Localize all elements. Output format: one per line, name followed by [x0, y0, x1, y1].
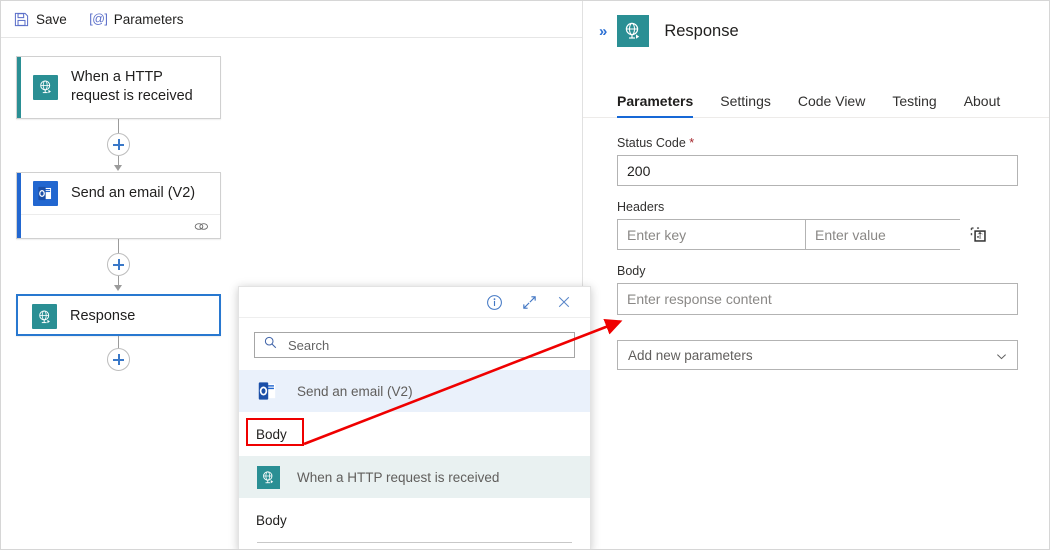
flyout-token-send-an-email-body[interactable]: Body [239, 412, 590, 456]
node-accent-bar [17, 173, 21, 238]
insert-action-button-2[interactable] [107, 253, 130, 276]
flyout-group-when-a-http-request-is-received[interactable]: When a HTTP request is received [239, 456, 590, 498]
parameters-at-icon: [@] [89, 12, 108, 26]
flyout-group-label: Send an email (V2) [297, 383, 413, 399]
insert-action-button-1[interactable] [107, 133, 130, 156]
save-label: Save [36, 11, 67, 27]
close-icon[interactable] [556, 294, 572, 310]
properties-pane: » Response Parameters Settings Code View… [582, 1, 1049, 549]
flyout-token-http-request-body[interactable]: Body [239, 498, 590, 542]
outlook-icon [33, 181, 58, 206]
workflow-node-when-a-http-request-is-received[interactable]: When a HTTP request is received [16, 56, 221, 119]
workflow-node-send-an-email-v2[interactable]: Send an email (V2) [16, 172, 221, 239]
dynamic-content-token-icon[interactable]: T [960, 225, 996, 244]
search-icon [264, 336, 277, 354]
connector-line-3 [118, 239, 119, 253]
headers-label: Headers [617, 200, 665, 214]
flyout-group-label: When a HTTP request is received [297, 469, 500, 485]
tab-about[interactable]: About [964, 93, 1001, 117]
save-icon [14, 12, 29, 27]
parameters-button[interactable]: [@] Parameters [87, 9, 192, 30]
add-new-parameters-label: Add new parameters [628, 347, 753, 363]
status-code-input[interactable]: 200 [617, 155, 1018, 186]
tab-parameters[interactable]: Parameters [617, 93, 694, 118]
node-footer [17, 214, 220, 241]
connector-line-1 [118, 119, 119, 133]
outlook-icon [255, 378, 281, 404]
body-input[interactable]: Enter response content [617, 283, 1018, 315]
header-value-input[interactable]: Enter value [805, 219, 960, 250]
pane-tabs: Parameters Settings Code View Testing Ab… [583, 47, 1049, 118]
search-input[interactable]: Search [254, 332, 575, 358]
expand-diagonal-icon[interactable] [521, 294, 538, 311]
header-key-input[interactable]: Enter key [617, 219, 805, 250]
headers-row: Enter key Enter value T [617, 219, 1018, 250]
connector-line-5 [118, 336, 119, 348]
parameters-label: Parameters [113, 11, 184, 27]
insert-action-button-3[interactable] [107, 348, 130, 371]
flyout-header [239, 287, 590, 318]
svg-text:T: T [977, 232, 982, 241]
node-label: Response [70, 308, 136, 324]
node-label: When a HTTP request is received [71, 69, 193, 104]
pane-header: » Response [583, 1, 1049, 47]
response-icon [32, 304, 57, 329]
flyout-divider [257, 542, 572, 543]
response-icon [617, 15, 650, 47]
chevron-down-icon [996, 350, 1007, 361]
search-placeholder: Search [288, 337, 330, 353]
body-label: Body [617, 264, 646, 278]
connector-arrow-1 [113, 165, 122, 171]
parameters-form: Status Code * 200 Headers Enter key Ente… [583, 118, 1049, 370]
info-icon[interactable] [486, 294, 503, 311]
dynamic-content-flyout: Search Send an email (V2) Body When a HT… [238, 286, 591, 549]
required-marker: * [689, 136, 695, 150]
link-chain-icon[interactable] [194, 219, 209, 237]
status-code-label: Status Code * [617, 136, 695, 150]
tab-code-view[interactable]: Code View [798, 93, 865, 117]
node-accent-bar [17, 57, 21, 118]
workflow-node-response[interactable]: Response [16, 294, 221, 336]
page-title: Response [664, 21, 739, 40]
flyout-group-send-an-email-v2[interactable]: Send an email (V2) [239, 370, 590, 412]
logic-app-designer: Save [@] Parameters When a HTTP request … [0, 0, 1050, 550]
request-trigger-icon [33, 74, 58, 100]
chevron-double-right-icon[interactable]: » [599, 23, 607, 40]
node-label: Send an email (V2) [71, 185, 196, 201]
save-button[interactable]: Save [11, 9, 75, 30]
command-bar: Save [@] Parameters [1, 1, 583, 38]
connector-arrow-2 [113, 285, 122, 291]
tab-testing[interactable]: Testing [892, 93, 936, 117]
add-new-parameters-dropdown[interactable]: Add new parameters [617, 340, 1018, 370]
tab-settings[interactable]: Settings [720, 93, 771, 117]
request-trigger-icon [255, 464, 281, 490]
